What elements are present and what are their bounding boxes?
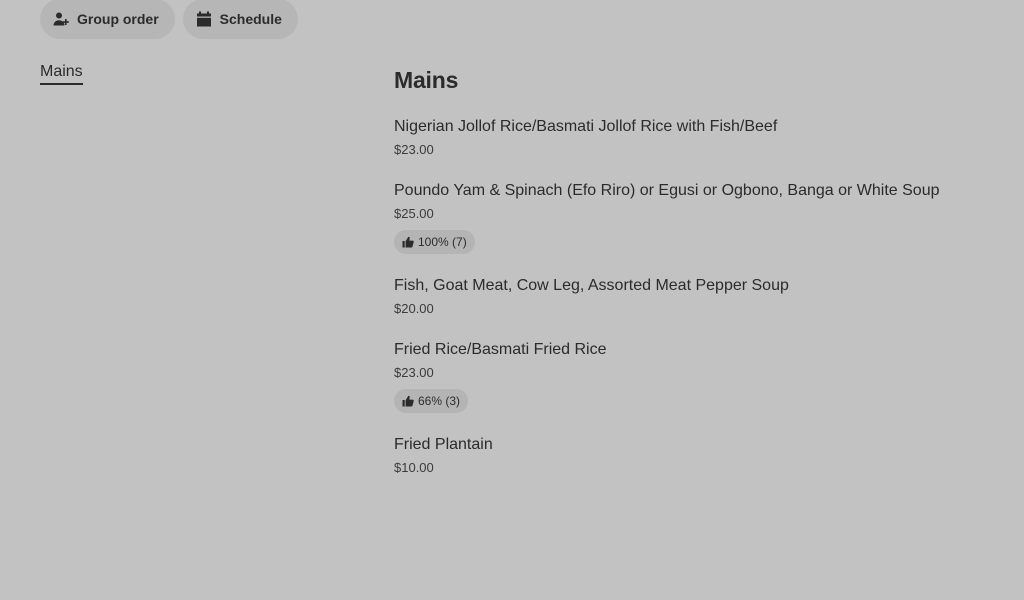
menu-section-mains: Mains Nigerian Jollof Rice/Basmati Jollo… bbox=[394, 64, 994, 499]
rating-text: 66% (3) bbox=[418, 394, 461, 408]
menu-item-name: Fried Plantain bbox=[394, 436, 493, 453]
menu-item-price: $23.00 bbox=[394, 365, 434, 380]
thumbs-up-icon bbox=[402, 395, 414, 407]
order-actions: Group order Schedule bbox=[40, 0, 298, 39]
menu-item[interactable]: Nigerian Jollof Rice/Basmati Jollof Rice… bbox=[394, 117, 994, 159]
rating-badge: 66% (3) bbox=[394, 389, 469, 413]
menu-item-name: Poundo Yam & Spinach (Efo Riro) or Egusi… bbox=[394, 182, 940, 199]
menu-item[interactable]: Poundo Yam & Spinach (Efo Riro) or Egusi… bbox=[394, 181, 994, 254]
menu-item-price: $23.00 bbox=[394, 142, 434, 157]
calendar-icon bbox=[196, 11, 212, 27]
schedule-button[interactable]: Schedule bbox=[182, 0, 298, 39]
category-nav: Mains bbox=[40, 63, 83, 85]
section-title: Mains bbox=[394, 67, 459, 93]
group-order-label: Group order bbox=[77, 11, 159, 27]
category-nav-item-mains[interactable]: Mains bbox=[40, 63, 83, 85]
menu-item-name: Nigerian Jollof Rice/Basmati Jollof Rice… bbox=[394, 118, 778, 135]
rating-text: 100% (7) bbox=[418, 235, 467, 249]
menu-item-price: $10.00 bbox=[394, 460, 434, 475]
store-menu-page: Group order Schedule Mains Mains Nigeria… bbox=[0, 0, 1024, 600]
group-order-button[interactable]: Group order bbox=[40, 0, 175, 39]
menu-item-price: $25.00 bbox=[394, 206, 434, 221]
schedule-label: Schedule bbox=[219, 11, 282, 27]
rating-badge: 100% (7) bbox=[394, 230, 475, 254]
add-person-icon bbox=[53, 11, 69, 27]
menu-item-name: Fish, Goat Meat, Cow Leg, Assorted Meat … bbox=[394, 277, 789, 294]
menu-item-price: $20.00 bbox=[394, 301, 434, 316]
menu-item[interactable]: Fried Plantain $10.00 bbox=[394, 435, 994, 477]
thumbs-up-icon bbox=[402, 236, 414, 248]
menu-item-name: Fried Rice/Basmati Fried Rice bbox=[394, 341, 607, 358]
menu-item[interactable]: Fish, Goat Meat, Cow Leg, Assorted Meat … bbox=[394, 276, 994, 318]
menu-item[interactable]: Fried Rice/Basmati Fried Rice $23.00 66%… bbox=[394, 340, 994, 413]
